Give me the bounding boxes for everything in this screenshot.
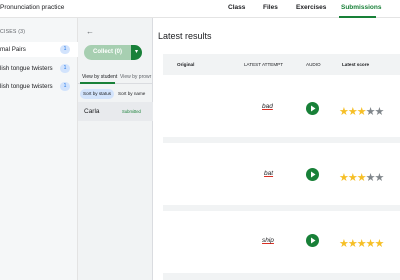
exercise-count-badge: 1 bbox=[60, 64, 70, 73]
attempt-word: ship bbox=[262, 237, 274, 244]
play-audio-button[interactable] bbox=[306, 168, 319, 181]
exercise-sidebar: CISES (3) mal Pairs 1 lish tongue twiste… bbox=[0, 18, 78, 280]
exercises-section-label: CISES (3) bbox=[0, 29, 26, 35]
tab-files[interactable]: Files bbox=[263, 4, 278, 11]
exercise-item-label: lish tongue twisters bbox=[0, 83, 53, 90]
results-panel: Latest results Original LATEST ATTEMPT A… bbox=[153, 18, 400, 280]
page-title: Latest results bbox=[158, 31, 212, 41]
attempt-word: bad bbox=[262, 103, 273, 110]
caret-down-icon: ▾ bbox=[134, 49, 138, 55]
tab-exercises[interactable]: Exercises bbox=[296, 4, 326, 11]
play-icon bbox=[311, 105, 316, 112]
table-row: bat ★★★★★ bbox=[163, 143, 400, 205]
exercise-item-label: mal Pairs bbox=[0, 46, 26, 53]
student-name: Carla bbox=[84, 108, 100, 115]
view-tab-indicator bbox=[80, 82, 115, 84]
column-header-original: Original bbox=[177, 62, 195, 67]
exercise-item-tongue-twisters-1[interactable]: lish tongue twisters 1 bbox=[0, 61, 78, 76]
table-row: ship ★★★★★ bbox=[163, 211, 400, 273]
app-title: Pronunciation practice bbox=[0, 4, 65, 11]
score-stars: ★★★★★ bbox=[339, 234, 399, 250]
top-bar: Pronunciation practice Class Files Exerc… bbox=[0, 0, 400, 18]
star-filled-icon: ★ bbox=[374, 238, 385, 250]
status-badge: Submitted bbox=[122, 109, 141, 114]
tab-view-by-prowr[interactable]: View by prowr bbox=[120, 74, 151, 80]
column-header-audio: AUDIO bbox=[306, 62, 321, 67]
exercise-item-minimal-pairs[interactable]: mal Pairs 1 bbox=[0, 42, 78, 57]
student-panel: ← Collect (0) ▾ View by student View by … bbox=[78, 18, 153, 280]
column-header-latest-score: Latest score bbox=[342, 62, 370, 67]
play-audio-button[interactable] bbox=[306, 102, 319, 115]
play-audio-button[interactable] bbox=[306, 234, 319, 247]
collect-button[interactable]: Collect (0) bbox=[84, 45, 131, 60]
play-icon bbox=[311, 237, 316, 244]
score-stars: ★★★★★ bbox=[339, 168, 399, 184]
play-icon bbox=[311, 171, 316, 178]
results-table: Original LATEST ATTEMPT AUDIO Latest sco… bbox=[163, 54, 400, 280]
table-row: bad ★★★★★ bbox=[163, 75, 400, 137]
column-header-latest-attempt: LATEST ATTEMPT bbox=[244, 62, 284, 67]
collect-dropdown-button[interactable]: ▾ bbox=[131, 45, 142, 60]
tab-class[interactable]: Class bbox=[228, 4, 245, 11]
star-empty-icon: ★ bbox=[374, 106, 385, 118]
exercise-count-badge: 1 bbox=[60, 45, 70, 54]
view-tabs: View by student View by prowr bbox=[78, 72, 153, 84]
star-empty-icon: ★ bbox=[374, 172, 385, 184]
exercise-item-tongue-twisters-2[interactable]: lish tongue twisters 1 bbox=[0, 79, 78, 94]
tab-submissions[interactable]: Submissions bbox=[341, 4, 381, 11]
attempt-word: bat bbox=[264, 170, 274, 177]
sort-by-status-chip[interactable]: Sort by status bbox=[80, 89, 115, 99]
sort-by-name-chip[interactable]: Sort by name bbox=[115, 89, 148, 99]
back-arrow-icon[interactable]: ← bbox=[86, 27, 94, 36]
exercise-item-label: lish tongue twisters bbox=[0, 65, 53, 72]
score-stars: ★★★★★ bbox=[339, 102, 399, 118]
tab-view-by-student[interactable]: View by student bbox=[82, 74, 117, 80]
student-row[interactable]: Carla Submitted bbox=[78, 102, 153, 121]
exercise-count-badge: 1 bbox=[60, 82, 70, 91]
